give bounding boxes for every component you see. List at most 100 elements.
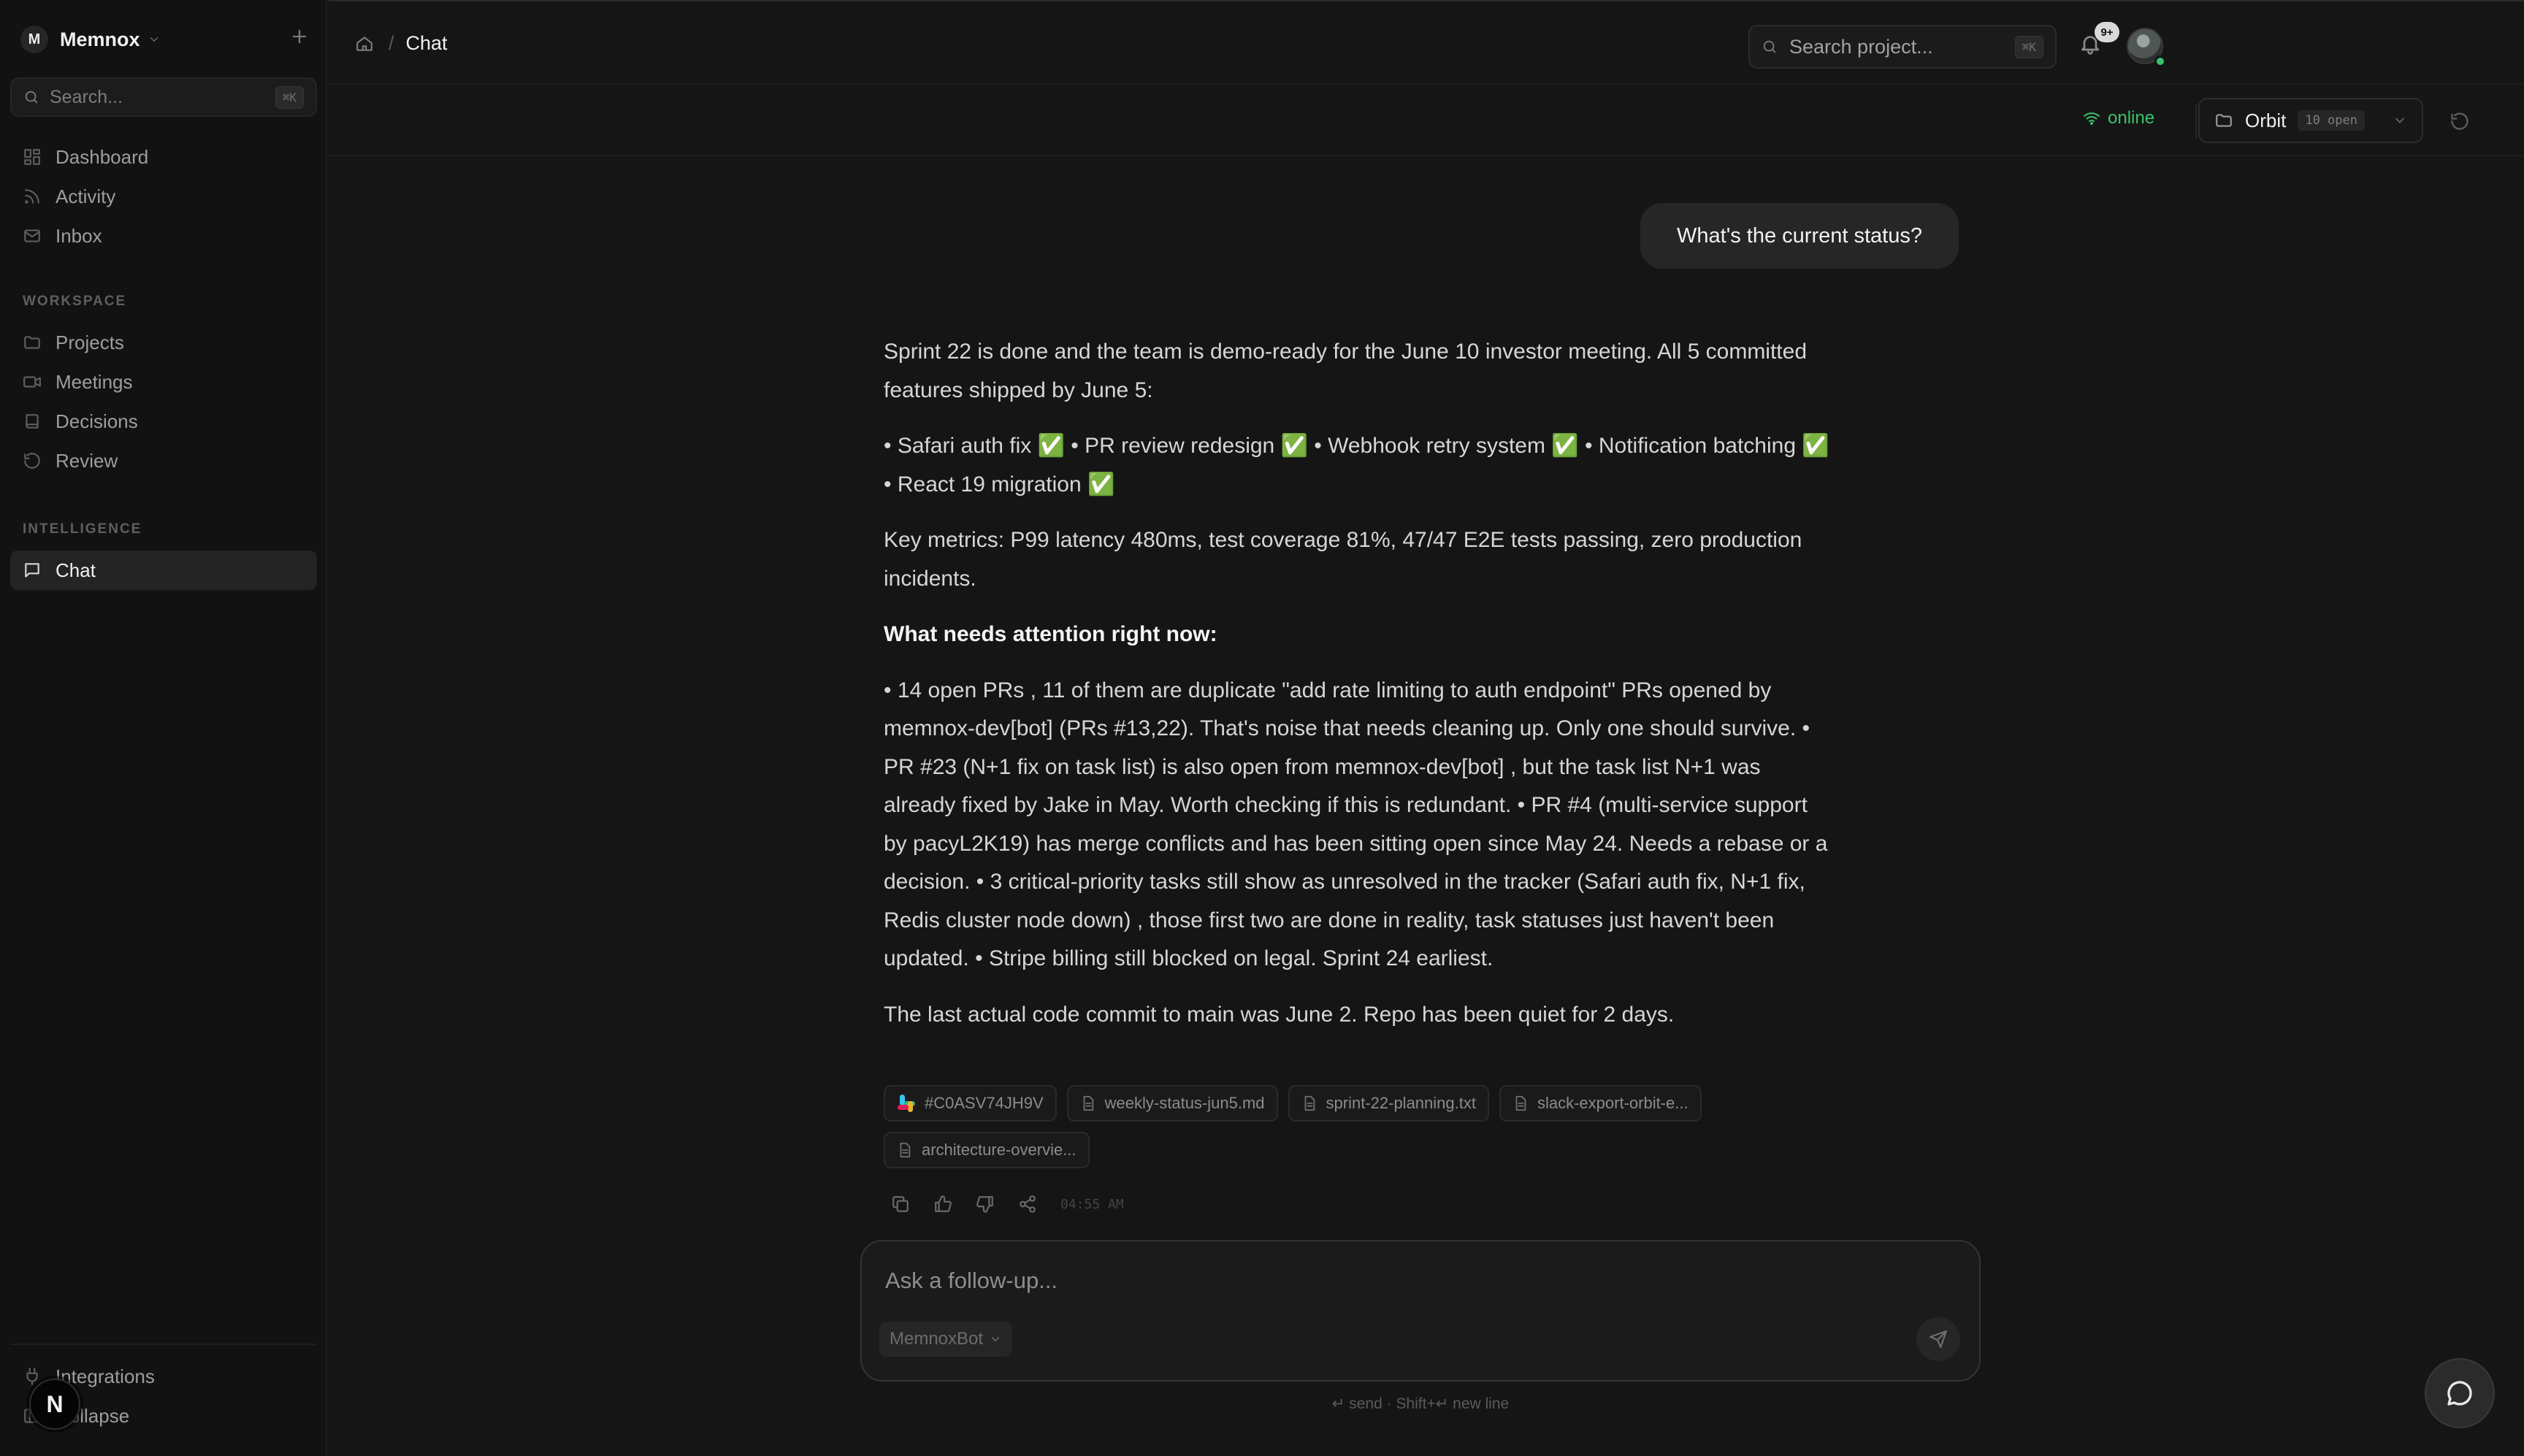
- file-icon: [897, 1142, 913, 1158]
- answer-paragraph: • Safari auth fix ✅ • PR review redesign…: [884, 434, 1829, 497]
- sidebar-item-label: Activity: [56, 185, 116, 207]
- toolbar-divider: [2195, 104, 2197, 139]
- share-icon[interactable]: [1018, 1195, 1037, 1214]
- source-chips: #C0ASV74JH9V weekly-status-jun5.md sprin…: [884, 1085, 1833, 1179]
- sidebar-item-label: Decisions: [56, 410, 138, 432]
- grid-icon: [22, 147, 42, 166]
- answer-paragraph: The last actual code commit to main was …: [884, 1002, 1675, 1027]
- section-label-workspace: WORKSPACE: [23, 294, 127, 309]
- online-status-dot: [2154, 55, 2166, 67]
- send-button[interactable]: [1916, 1317, 1960, 1361]
- chat-toolbar: online Orbit 10 open: [329, 86, 2524, 156]
- sidebar-item-decisions[interactable]: Decisions: [10, 402, 317, 441]
- workspace-switcher[interactable]: M Memnox: [20, 22, 310, 57]
- sidebar-search-input[interactable]: Search... ⌘K: [10, 77, 317, 117]
- section-label-intelligence: INTELLIGENCE: [23, 521, 142, 537]
- sidebar-item-label: Projects: [56, 331, 124, 353]
- rss-icon: [22, 187, 42, 206]
- notification-badge: 9+: [2095, 22, 2119, 42]
- chat-bubble-icon: [2445, 1379, 2474, 1408]
- video-icon: [22, 372, 42, 391]
- composer-placeholder: Ask a follow-up...: [885, 1268, 1058, 1293]
- sidebar-item-review[interactable]: Review: [10, 441, 317, 480]
- floating-n-badge[interactable]: N: [29, 1379, 80, 1430]
- sidebar-item-dashboard[interactable]: Dashboard: [10, 137, 317, 177]
- support-chat-button[interactable]: [2425, 1358, 2495, 1428]
- home-icon[interactable]: [355, 34, 374, 53]
- answer-paragraph: Sprint 22 is done and the team is demo-r…: [884, 340, 1808, 402]
- message-composer[interactable]: Ask a follow-up... MemnoxBot: [860, 1240, 1981, 1382]
- source-label: sprint-22-planning.txt: [1326, 1094, 1476, 1112]
- sidebar-item-label: Chat: [56, 559, 96, 581]
- message-icon: [22, 561, 42, 580]
- search-shortcut: ⌘K: [275, 85, 304, 109]
- mail-icon: [22, 226, 42, 245]
- source-label: slack-export-orbit-e...: [1537, 1094, 1689, 1112]
- refresh-icon[interactable]: [2450, 111, 2470, 131]
- status-text: online: [2108, 108, 2155, 128]
- search-shortcut: ⌘K: [2014, 35, 2043, 58]
- source-chip[interactable]: weekly-status-jun5.md: [1066, 1085, 1278, 1122]
- copy-icon[interactable]: [891, 1195, 910, 1214]
- file-icon: [1513, 1095, 1529, 1111]
- workspace-logo: M: [20, 26, 48, 53]
- breadcrumb: / Chat: [355, 32, 448, 55]
- wifi-icon: [2083, 110, 2100, 127]
- source-label: architecture-overvie...: [922, 1141, 1076, 1159]
- sidebar-item-label: Dashboard: [56, 145, 149, 168]
- sidebar-item-label: Meetings: [56, 370, 133, 393]
- search-icon: [23, 89, 39, 105]
- book-icon: [22, 412, 42, 431]
- workspace-name: Memnox: [60, 28, 140, 50]
- source-chip[interactable]: #C0ASV74JH9V: [884, 1085, 1057, 1122]
- project-search-input[interactable]: Search project... ⌘K: [1748, 25, 2057, 69]
- source-chip[interactable]: slack-export-orbit-e...: [1499, 1085, 1702, 1122]
- sidebar-item-activity[interactable]: Activity: [10, 177, 317, 216]
- project-selector[interactable]: Orbit 10 open: [2198, 98, 2423, 143]
- sidebar-item-label: Inbox: [56, 224, 102, 247]
- breadcrumb-separator: /: [389, 32, 394, 54]
- file-icon: [1301, 1095, 1318, 1111]
- source-label: weekly-status-jun5.md: [1104, 1094, 1265, 1112]
- open-count-badge: 10 open: [2298, 110, 2365, 131]
- slack-icon: [897, 1094, 916, 1113]
- breadcrumb-current: Chat: [405, 32, 448, 54]
- thumbs-up-icon[interactable]: [933, 1195, 952, 1214]
- folder-icon: [22, 333, 42, 352]
- composer-hint: ↵ send · Shift+↵ new line: [1331, 1395, 1510, 1412]
- sidebar-search-placeholder: Search...: [50, 86, 123, 107]
- answer-heading: What needs attention right now:: [884, 622, 1217, 646]
- model-selector[interactable]: MemnoxBot: [879, 1322, 1013, 1357]
- project-search-placeholder: Search project...: [1789, 35, 1933, 58]
- message-actions: 04:55 AM: [891, 1195, 1124, 1214]
- source-chip[interactable]: architecture-overvie...: [884, 1132, 1090, 1168]
- send-icon: [1929, 1330, 1948, 1349]
- sidebar-item-inbox[interactable]: Inbox: [10, 216, 317, 256]
- source-chip[interactable]: sprint-22-planning.txt: [1288, 1085, 1489, 1122]
- intelligence-nav: Chat: [10, 551, 317, 590]
- primary-nav: Dashboard Activity Inbox: [10, 137, 317, 256]
- search-icon: [1762, 39, 1778, 55]
- source-label: #C0ASV74JH9V: [925, 1094, 1044, 1112]
- sidebar: M Memnox Search... ⌘K Dashboard Activity: [0, 0, 327, 1456]
- sidebar-item-chat[interactable]: Chat: [10, 551, 317, 590]
- sidebar-item-projects[interactable]: Projects: [10, 323, 317, 362]
- chevron-down-icon: [989, 1333, 1002, 1346]
- message-timestamp: 04:55 AM: [1060, 1196, 1124, 1212]
- answer-paragraph: Key metrics: P99 latency 480ms, test cov…: [884, 528, 1802, 591]
- sidebar-item-label: Review: [56, 449, 118, 472]
- connection-status: online: [2083, 108, 2154, 129]
- plus-icon[interactable]: [289, 26, 310, 47]
- workspace-nav: Projects Meetings Decisions Review: [10, 323, 317, 480]
- answer-paragraph: • 14 open PRs , 11 of them are duplicate…: [884, 678, 1828, 971]
- top-header: / Chat: [329, 0, 2524, 85]
- sidebar-item-meetings[interactable]: Meetings: [10, 362, 317, 402]
- user-message: What's the current status?: [1640, 203, 1959, 269]
- chevron-down-icon: [148, 33, 161, 46]
- model-name: MemnoxBot: [890, 1329, 984, 1349]
- thumbs-down-icon[interactable]: [976, 1195, 995, 1214]
- chevron-down-icon: [2393, 113, 2407, 128]
- project-name: Orbit: [2245, 109, 2287, 131]
- file-icon: [1080, 1095, 1096, 1111]
- assistant-answer: Sprint 22 is done and the team is demo-r…: [884, 333, 1833, 1034]
